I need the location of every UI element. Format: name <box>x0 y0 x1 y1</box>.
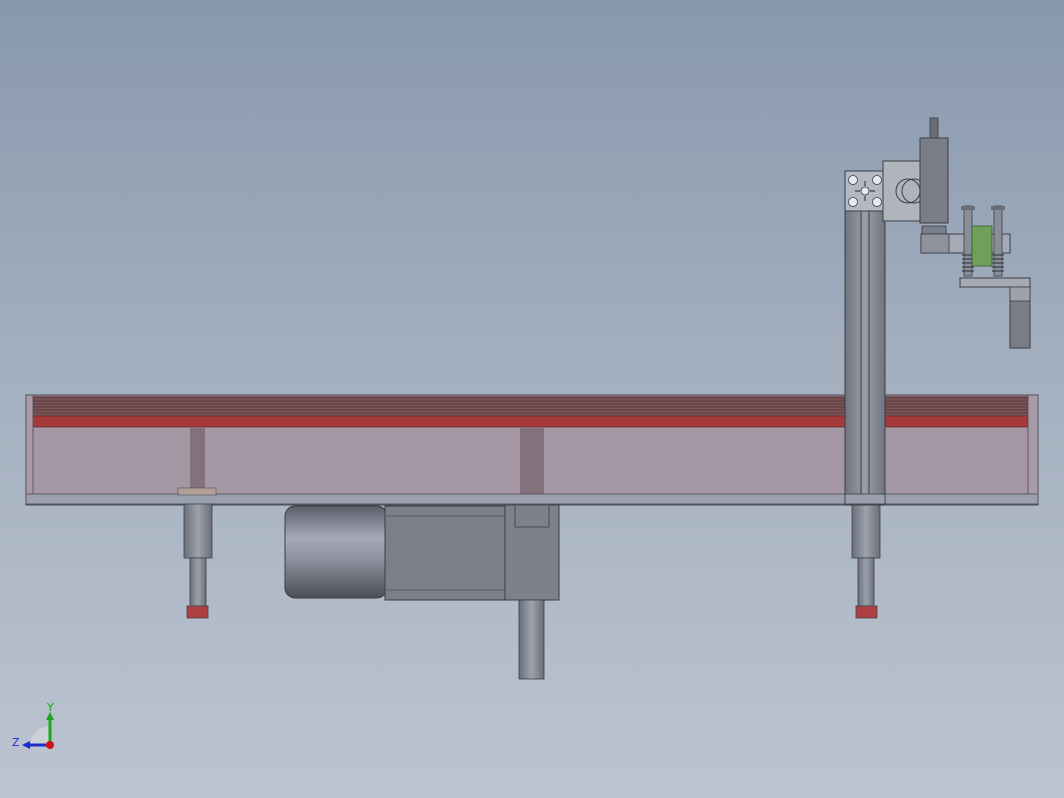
leg-right[interactable] <box>851 503 881 619</box>
x-axis-icon <box>46 741 54 749</box>
leg-mount-plate <box>177 487 217 496</box>
motor-body[interactable] <box>284 505 388 599</box>
triad-y-label: Y <box>46 701 54 714</box>
inner-support <box>190 428 205 494</box>
conveyor-end-cap-left <box>25 394 34 496</box>
lower-arm[interactable] <box>959 277 1031 288</box>
drive-motor[interactable] <box>284 504 560 680</box>
inner-support <box>520 428 544 494</box>
leg-left[interactable] <box>183 503 213 619</box>
motor-gearbox[interactable] <box>384 505 506 601</box>
cad-viewport[interactable]: Y Z <box>0 0 1064 798</box>
cylinder-assembly[interactable] <box>882 117 1031 349</box>
profile-section <box>844 170 886 212</box>
conveyor-base-rail[interactable] <box>25 493 1039 505</box>
foot-pad <box>855 605 878 619</box>
cylinder-rod[interactable] <box>929 117 939 139</box>
conveyor-assembly[interactable] <box>25 394 1039 506</box>
orientation-triad[interactable]: Y Z <box>12 701 54 749</box>
gripper-pad <box>971 225 993 267</box>
conveyor-end-cap-right <box>1027 394 1039 496</box>
cylinder-body[interactable] <box>919 137 949 224</box>
aluminium-post[interactable] <box>844 170 886 506</box>
foot-pad <box>186 605 209 619</box>
triad-z-label: Z <box>12 736 20 749</box>
output-shaft[interactable] <box>518 599 545 680</box>
